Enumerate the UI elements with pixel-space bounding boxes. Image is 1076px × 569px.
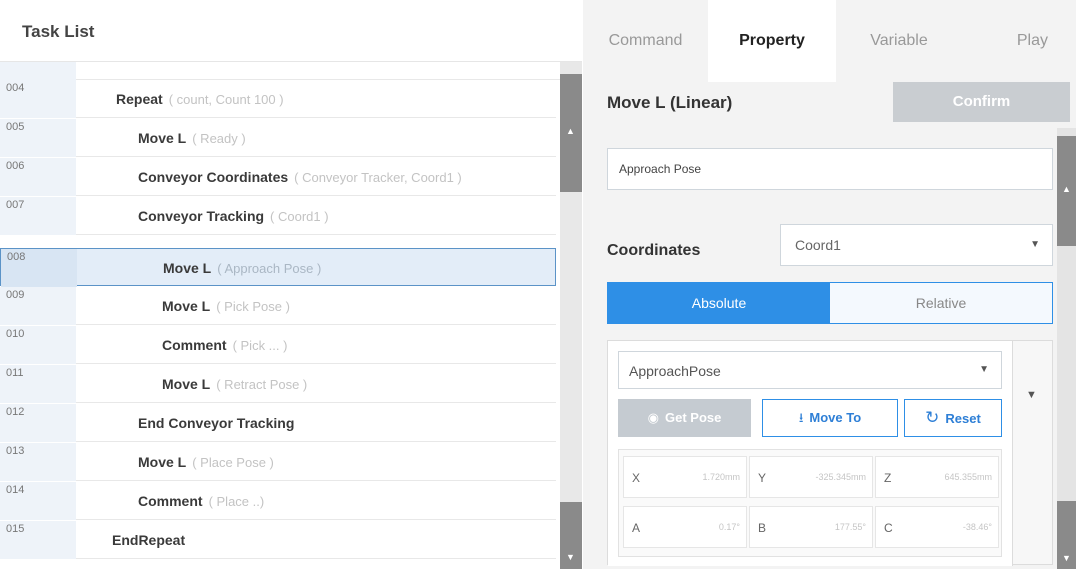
line-number: 014 [0,482,76,520]
tab-property[interactable]: Property [708,0,836,82]
task-row-004[interactable]: 004 Repeat( count, Count 100 ) [0,80,556,118]
get-pose-button[interactable]: ◉ Get Pose [618,399,751,437]
task-param: ( Conveyor Tracker, Coord1 ) [294,170,462,185]
property-panel: Command Property Variable Play Move L (L… [583,0,1076,569]
task-command: Move L( Ready ) [138,130,246,146]
refresh-icon: ↻ [925,408,940,427]
task-param: ( Place ..) [208,494,265,509]
task-command: Repeat( count, Count 100 ) [116,91,284,107]
line-number: 005 [0,119,76,157]
coordinates-label: Coordinates [607,242,701,259]
field-b[interactable]: B 177.55° [749,506,873,548]
task-command: Move L( Pick Pose ) [162,298,290,314]
task-param: ( count, Count 100 ) [168,92,284,107]
task-param: ( Retract Pose ) [216,377,308,392]
confirm-button[interactable]: Confirm [893,82,1070,122]
task-row-013[interactable]: 013 Move L( Place Pose ) [0,443,556,481]
task-row-012[interactable]: 012 End Conveyor Tracking [0,404,556,442]
line-number: 015 [0,521,76,559]
line-number: 009 [0,287,76,325]
tab-command[interactable]: Command [583,0,708,82]
tab-variable[interactable]: Variable [836,0,962,82]
task-row-008-selected[interactable]: 008 Move L( Approach Pose ) [0,248,556,287]
absolute-option[interactable]: Absolute [608,283,830,323]
coordinates-value: Coord1 [795,237,841,253]
task-param: ( Pick Pose ) [216,299,290,314]
line-number: 013 [0,443,76,481]
task-row-011[interactable]: 011 Move L( Retract Pose ) [0,365,556,403]
property-scrollbar[interactable]: ▲ ▼ [1057,128,1076,569]
coordinate-mode-toggle: Absolute Relative [607,282,1053,324]
task-row-009[interactable]: 009 Move L( Pick Pose ) [0,287,556,325]
line-number: 011 [0,365,76,403]
task-row-014[interactable]: 014 Comment( Place ..) [0,482,556,520]
property-body: Approach Pose Coordinates Coord1 ▼ Absol… [583,128,1057,569]
task-row-010[interactable]: 010 Comment( Pick ... ) [0,326,556,364]
caret-down-icon: ▼ [1030,239,1040,250]
scroll-down-icon: ▼ [566,552,575,562]
pose-coordinate-grid: X 1.720mm Y -325.345mm Z 645.355mm A 0.1… [618,449,1002,557]
task-row-007[interactable]: 007 Conveyor Tracking( Coord1 ) [0,197,556,235]
task-command: Comment( Pick ... ) [162,337,288,353]
task-command: End Conveyor Tracking [138,415,295,431]
pose-name-field[interactable]: Approach Pose [607,148,1053,190]
task-command: Comment( Place ..) [138,493,265,509]
task-list-header: Task List [0,0,582,62]
line-number: 004 [0,80,76,118]
field-c[interactable]: C -38.46° [875,506,999,548]
field-x[interactable]: X 1.720mm [623,456,747,498]
pose-editor: ApproachPose ▼ ◉ Get Pose ⭳ Move To ↻ Reset… [608,341,1013,566]
line-number: 012 [0,404,76,442]
scroll-thumb[interactable]: ▲ [1057,136,1076,246]
partial-task-row [0,62,560,80]
tab-play[interactable]: Play [962,0,1076,82]
task-command: Move L( Approach Pose ) [163,260,322,276]
task-row-005[interactable]: 005 Move L( Ready ) [0,119,556,157]
task-command: Move L( Retract Pose ) [162,376,308,392]
field-y[interactable]: Y -325.345mm [749,456,873,498]
scroll-up-icon: ▲ [566,126,575,136]
pose-card: ApproachPose ▼ ◉ Get Pose ⭳ Move To ↻ Reset… [607,340,1053,566]
line-number: 008 [1,249,77,287]
task-param: ( Pick ... ) [232,338,288,353]
caret-down-icon: ▼ [979,364,989,375]
task-list-title: Task List [22,22,95,41]
line-number: 010 [0,326,76,364]
move-to-button[interactable]: ⭳ Move To [762,399,898,437]
task-param: ( Ready ) [192,131,246,146]
scroll-thumb-bottom[interactable]: ▼ [1057,501,1076,569]
task-param: ( Coord1 ) [270,209,329,224]
reset-button[interactable]: ↻ Reset [904,399,1002,437]
tab-bar: Command Property Variable Play [583,0,1076,82]
scroll-down-icon: ▼ [1062,553,1071,563]
task-list-rows: 004 Repeat( count, Count 100 ) 005 Move … [0,62,560,569]
property-header: Move L (Linear) Confirm [583,82,1076,128]
field-z[interactable]: Z 645.355mm [875,456,999,498]
pose-variable-value: ApproachPose [629,363,721,379]
target-icon: ◉ [647,410,659,425]
task-row-015[interactable]: 015 EndRepeat [0,521,556,559]
line-number: 006 [0,158,76,196]
command-title: Move L (Linear) [607,93,733,112]
relative-option[interactable]: Relative [830,283,1052,323]
expand-caret-icon[interactable]: ▼ [1026,389,1037,401]
coordinates-select[interactable]: Coord1 ▼ [780,224,1053,266]
task-list-scrollbar[interactable]: ▲ ▼ [560,62,582,569]
scroll-up-icon: ▲ [1062,184,1071,194]
field-a[interactable]: A 0.17° [623,506,747,548]
scroll-thumb[interactable]: ▲ [560,74,582,192]
task-row-006[interactable]: 006 Conveyor Coordinates( Conveyor Track… [0,158,556,196]
pose-variable-select[interactable]: ApproachPose ▼ [618,351,1002,389]
task-list-panel: Task List 004 Repeat( count, Count 100 )… [0,0,582,569]
task-command: Conveyor Coordinates( Conveyor Tracker, … [138,169,462,185]
task-command: Move L( Place Pose ) [138,454,274,470]
task-command: Conveyor Tracking( Coord1 ) [138,208,329,224]
task-param: ( Approach Pose ) [217,261,322,276]
task-command: EndRepeat [112,532,186,548]
scroll-thumb-bottom[interactable]: ▼ [560,502,582,569]
line-number: 007 [0,197,76,235]
task-param: ( Place Pose ) [192,455,274,470]
download-arrow-icon: ⭳ [798,410,804,425]
